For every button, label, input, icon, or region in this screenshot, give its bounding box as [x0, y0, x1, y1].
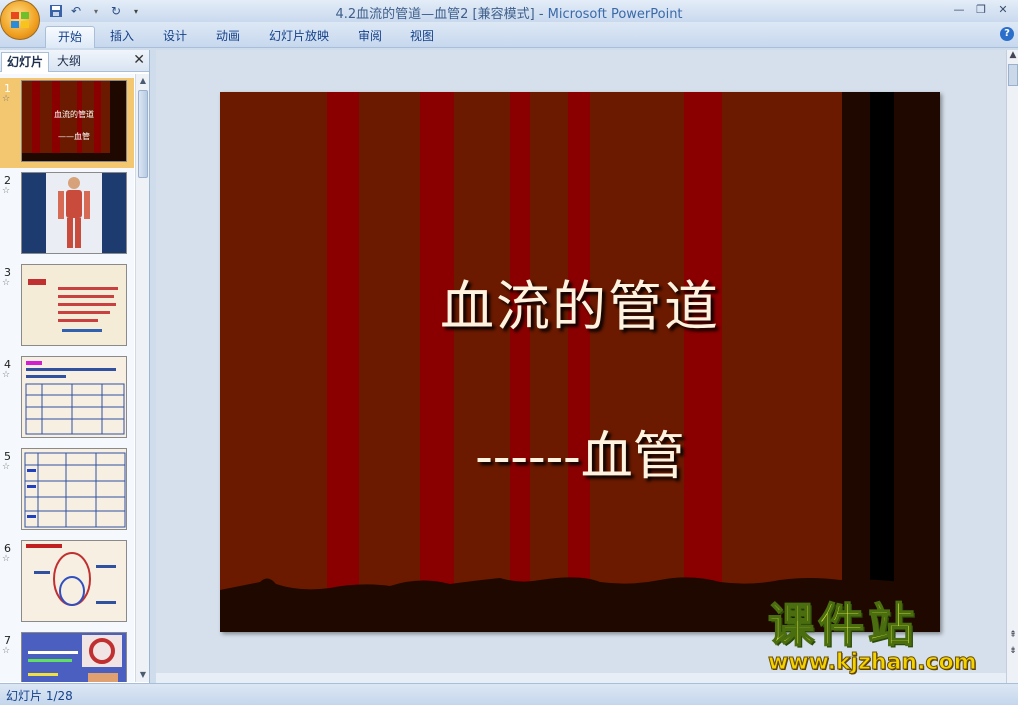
- slide-thumbnail-3[interactable]: 3 ☆: [0, 262, 134, 352]
- slide-editing-area: 血流的管道 ------血管: [156, 50, 1006, 683]
- office-logo-icon: [11, 12, 29, 28]
- window-title: 4.2血流的管道—血管2 [兼容模式] - Microsoft PowerPoi…: [335, 7, 683, 22]
- transition-star-icon: ☆: [2, 646, 11, 656]
- thumbnail-list: 1 ☆ 血流的管道 ——血管 2 ☆ 3 ☆ 4 ☆ 5 ☆ 6 ☆ 7 ☆: [0, 74, 134, 682]
- title-bar: ↶ ▾ ↻ ▾ 4.2血流的管道—血管2 [兼容模式] - Microsoft …: [0, 0, 1018, 22]
- document-title: 4.2血流的管道—血管2 [兼容模式]: [335, 7, 535, 22]
- transition-star-icon: ☆: [2, 186, 11, 196]
- close-icon[interactable]: ✕: [133, 52, 145, 68]
- close-window-icon[interactable]: ✕: [992, 2, 1014, 18]
- thumbnail-image: [21, 448, 127, 530]
- thumbnail-image: [21, 172, 127, 254]
- slide-thumbnail-2[interactable]: 2 ☆: [0, 170, 134, 260]
- tab-view[interactable]: 视图: [398, 26, 446, 48]
- tab-insert[interactable]: 插入: [98, 26, 146, 48]
- thumbnail-scrollbar[interactable]: ▲ ▼: [135, 74, 149, 682]
- slide-subtitle[interactable]: ------血管: [220, 414, 940, 489]
- tab-review[interactable]: 审阅: [346, 26, 394, 48]
- slide-thumbnail-4[interactable]: 4 ☆: [0, 354, 134, 444]
- window-controls: — ❐ ✕: [948, 2, 1014, 18]
- transition-star-icon: ☆: [2, 462, 11, 472]
- slide-title[interactable]: 血流的管道: [220, 262, 940, 341]
- current-slide[interactable]: 血流的管道 ------血管: [220, 92, 940, 632]
- curtain-stripe: [327, 92, 359, 632]
- slide-thumbnail-1[interactable]: 1 ☆ 血流的管道 ——血管: [0, 78, 134, 168]
- scroll-up-icon[interactable]: ▲: [136, 74, 150, 88]
- tab-outline[interactable]: 大纲: [52, 52, 86, 72]
- slides-panel: 幻灯片 大纲 ✕ 1 ☆ 血流的管道 ——血管 2 ☆ 3 ☆ 4 ☆ 5 ☆ …: [0, 50, 150, 683]
- watermark-url: www.kjzhan.com: [768, 650, 978, 676]
- tab-design[interactable]: 设计: [151, 26, 199, 48]
- help-icon[interactable]: ?: [1000, 27, 1014, 41]
- watermark-chinese: 课件站: [767, 598, 918, 652]
- tab-slides[interactable]: 幻灯片: [1, 52, 50, 72]
- transition-star-icon: ☆: [2, 94, 11, 104]
- slide-thumbnail-5[interactable]: 5 ☆: [0, 446, 134, 536]
- thumbnail-image: 血流的管道 ——血管: [21, 80, 127, 162]
- panel-tabs: 幻灯片 大纲 ✕: [0, 50, 149, 72]
- curtain-stripe: [684, 92, 722, 632]
- curtain-stripe: [420, 92, 454, 632]
- anatomy-figure-icon: [58, 177, 90, 248]
- tab-slide-show[interactable]: 幻灯片放映: [257, 26, 341, 48]
- curtain-shadow: [870, 92, 894, 632]
- previous-slide-icon[interactable]: ⇞: [1007, 630, 1018, 640]
- slide-indicator: 幻灯片 1/28: [6, 689, 73, 703]
- scroll-thumb[interactable]: [1008, 64, 1018, 86]
- thumbnail-image: [21, 540, 127, 622]
- office-button[interactable]: [0, 0, 40, 40]
- thumbnail-image: [21, 264, 127, 346]
- thumbnail-image: [21, 356, 127, 438]
- transition-star-icon: ☆: [2, 278, 11, 288]
- tab-animations[interactable]: 动画: [204, 26, 252, 48]
- transition-star-icon: ☆: [2, 370, 11, 380]
- slide-thumbnail-7[interactable]: 7 ☆: [0, 630, 134, 682]
- app-name: Microsoft PowerPoint: [547, 7, 683, 22]
- watermark: 课件站 www.kjzhan.com: [767, 598, 1000, 682]
- slide-thumbnail-6[interactable]: 6 ☆: [0, 538, 134, 628]
- thumbnail-image: [21, 632, 127, 682]
- next-slide-icon[interactable]: ⇟: [1007, 646, 1018, 656]
- curtain-stripe: [568, 92, 590, 632]
- tab-home[interactable]: 开始: [45, 26, 96, 48]
- ribbon-tabs: 开始 插入 设计 动画 幻灯片放映 审阅 视图 ?: [0, 22, 1018, 48]
- curtain-stripe: [510, 92, 530, 632]
- scroll-thumb[interactable]: [138, 90, 148, 178]
- status-bar: 幻灯片 1/28: [0, 683, 1018, 705]
- scroll-up-icon[interactable]: ▲: [1007, 50, 1018, 60]
- transition-star-icon: ☆: [2, 554, 11, 564]
- scroll-down-icon[interactable]: ▼: [136, 668, 150, 682]
- minimize-icon[interactable]: —: [948, 2, 970, 18]
- restore-icon[interactable]: ❐: [970, 2, 992, 18]
- slide-scrollbar[interactable]: ▲ ⇞ ⇟: [1006, 50, 1018, 683]
